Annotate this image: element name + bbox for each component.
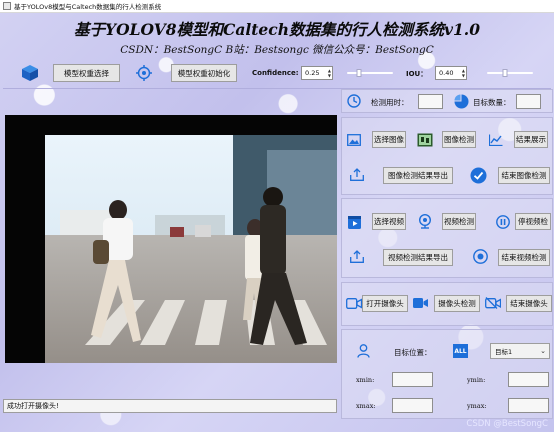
image-icon xyxy=(346,132,362,148)
time-value xyxy=(418,94,443,109)
count-label: 目标数量： xyxy=(473,98,511,107)
status-message: 成功打开摄像头! xyxy=(7,402,59,410)
confidence-slider-handle[interactable] xyxy=(356,69,361,77)
image-detect-icon xyxy=(416,131,433,148)
target-select-value: 目标1 xyxy=(495,348,513,356)
webcam-icon xyxy=(416,213,433,230)
pie-chart-icon xyxy=(453,93,469,109)
all-label: ALL xyxy=(454,347,467,355)
spin-arrows-icon[interactable]: ▲ ▼ xyxy=(462,68,465,78)
chevron-down-icon: ⌄ xyxy=(540,347,546,355)
xmin-label: xmin: xyxy=(356,376,375,384)
export-video-button[interactable]: 视频检测结果导出 xyxy=(383,249,453,266)
video-panel xyxy=(341,198,553,278)
line-chart-icon xyxy=(488,132,504,148)
iou-spinbox[interactable]: 0.40 ▲ ▼ xyxy=(435,66,467,80)
show-result-button[interactable]: 结果展示 xyxy=(514,131,548,148)
select-weight-button[interactable]: 模型权重选择 xyxy=(53,64,120,82)
export-image-button[interactable]: 图像检测结果导出 xyxy=(383,167,453,184)
pause-icon xyxy=(494,213,511,230)
clock-icon xyxy=(346,93,362,109)
app-icon xyxy=(3,2,11,10)
cube-icon xyxy=(20,63,40,83)
target-position-label: 目标位置： xyxy=(394,348,432,357)
ymin-label: ymin: xyxy=(467,376,486,384)
confidence-spinbox[interactable]: 0.25 ▲ ▼ xyxy=(301,66,333,80)
ymin-value xyxy=(508,372,549,387)
target-icon xyxy=(134,63,154,83)
user-icon xyxy=(355,343,371,359)
xmax-label: xmax: xyxy=(356,402,376,410)
video-detect-button[interactable]: 视频检测 xyxy=(442,213,476,230)
upload-icon xyxy=(349,248,365,264)
confidence-label: Confidence: xyxy=(252,69,299,77)
stop-circle-icon xyxy=(472,248,489,265)
watermark: CSDN @BestSongC xyxy=(466,419,548,429)
close-camera-button[interactable]: 结束摄像头 xyxy=(506,295,552,312)
video-camera-icon xyxy=(412,295,429,311)
app-window: 基于YOLOv8模型与Caltech数据集的行人检测系统 基于YOLOV8模型和… xyxy=(0,0,554,432)
iou-slider[interactable] xyxy=(487,69,533,77)
select-video-button[interactable]: 选择视频 xyxy=(372,213,406,230)
iou-value: 0.40 xyxy=(439,69,454,77)
image-detect-button[interactable]: 图像检测 xyxy=(442,131,476,148)
camera-off-icon xyxy=(484,295,502,311)
init-weight-button[interactable]: 模型权重初始化 xyxy=(171,64,237,82)
camera-icon xyxy=(345,295,363,311)
upload-icon xyxy=(349,166,365,182)
page-title: 基于YOLOV8模型和Caltech数据集的行人检测系统v1.0 xyxy=(74,20,480,39)
time-label: 检测用时： xyxy=(371,98,409,107)
end-video-button[interactable]: 结束视频检测 xyxy=(498,249,550,266)
check-circle-icon xyxy=(469,166,487,184)
camera-view xyxy=(5,115,337,363)
target-select[interactable]: 目标1 ⌄ xyxy=(490,343,550,359)
iou-label: IOU： xyxy=(406,70,428,78)
status-bar: 成功打开摄像头! xyxy=(3,399,337,413)
spin-arrows-icon[interactable]: ▲ ▼ xyxy=(328,68,331,78)
title-bar: 基于YOLOv8模型与Caltech数据集的行人检测系统 xyxy=(0,0,554,13)
open-camera-button[interactable]: 打开摄像头 xyxy=(362,295,408,312)
iou-slider-handle[interactable] xyxy=(502,69,508,77)
end-image-button[interactable]: 结束图像检测 xyxy=(498,167,550,184)
xmin-value xyxy=(392,372,433,387)
ymax-label: ymax: xyxy=(467,402,487,410)
count-value xyxy=(516,94,541,109)
pause-video-button[interactable]: 停视频检 xyxy=(515,213,551,230)
page-subtitle: CSDN：BestSongC B站：Bestsongc 微信公众号：BestSo… xyxy=(120,44,434,56)
window-title: 基于YOLOv8模型与Caltech数据集的行人检测系统 xyxy=(14,3,162,11)
ymax-value xyxy=(508,398,549,413)
video-icon xyxy=(346,214,362,230)
xmax-value xyxy=(392,398,433,413)
all-icon: ALL xyxy=(453,344,468,358)
camera-detect-button[interactable]: 摄像头检测 xyxy=(434,295,480,312)
confidence-value: 0.25 xyxy=(305,69,320,77)
confidence-slider[interactable] xyxy=(347,69,393,77)
select-image-button[interactable]: 选择图像 xyxy=(372,131,406,148)
